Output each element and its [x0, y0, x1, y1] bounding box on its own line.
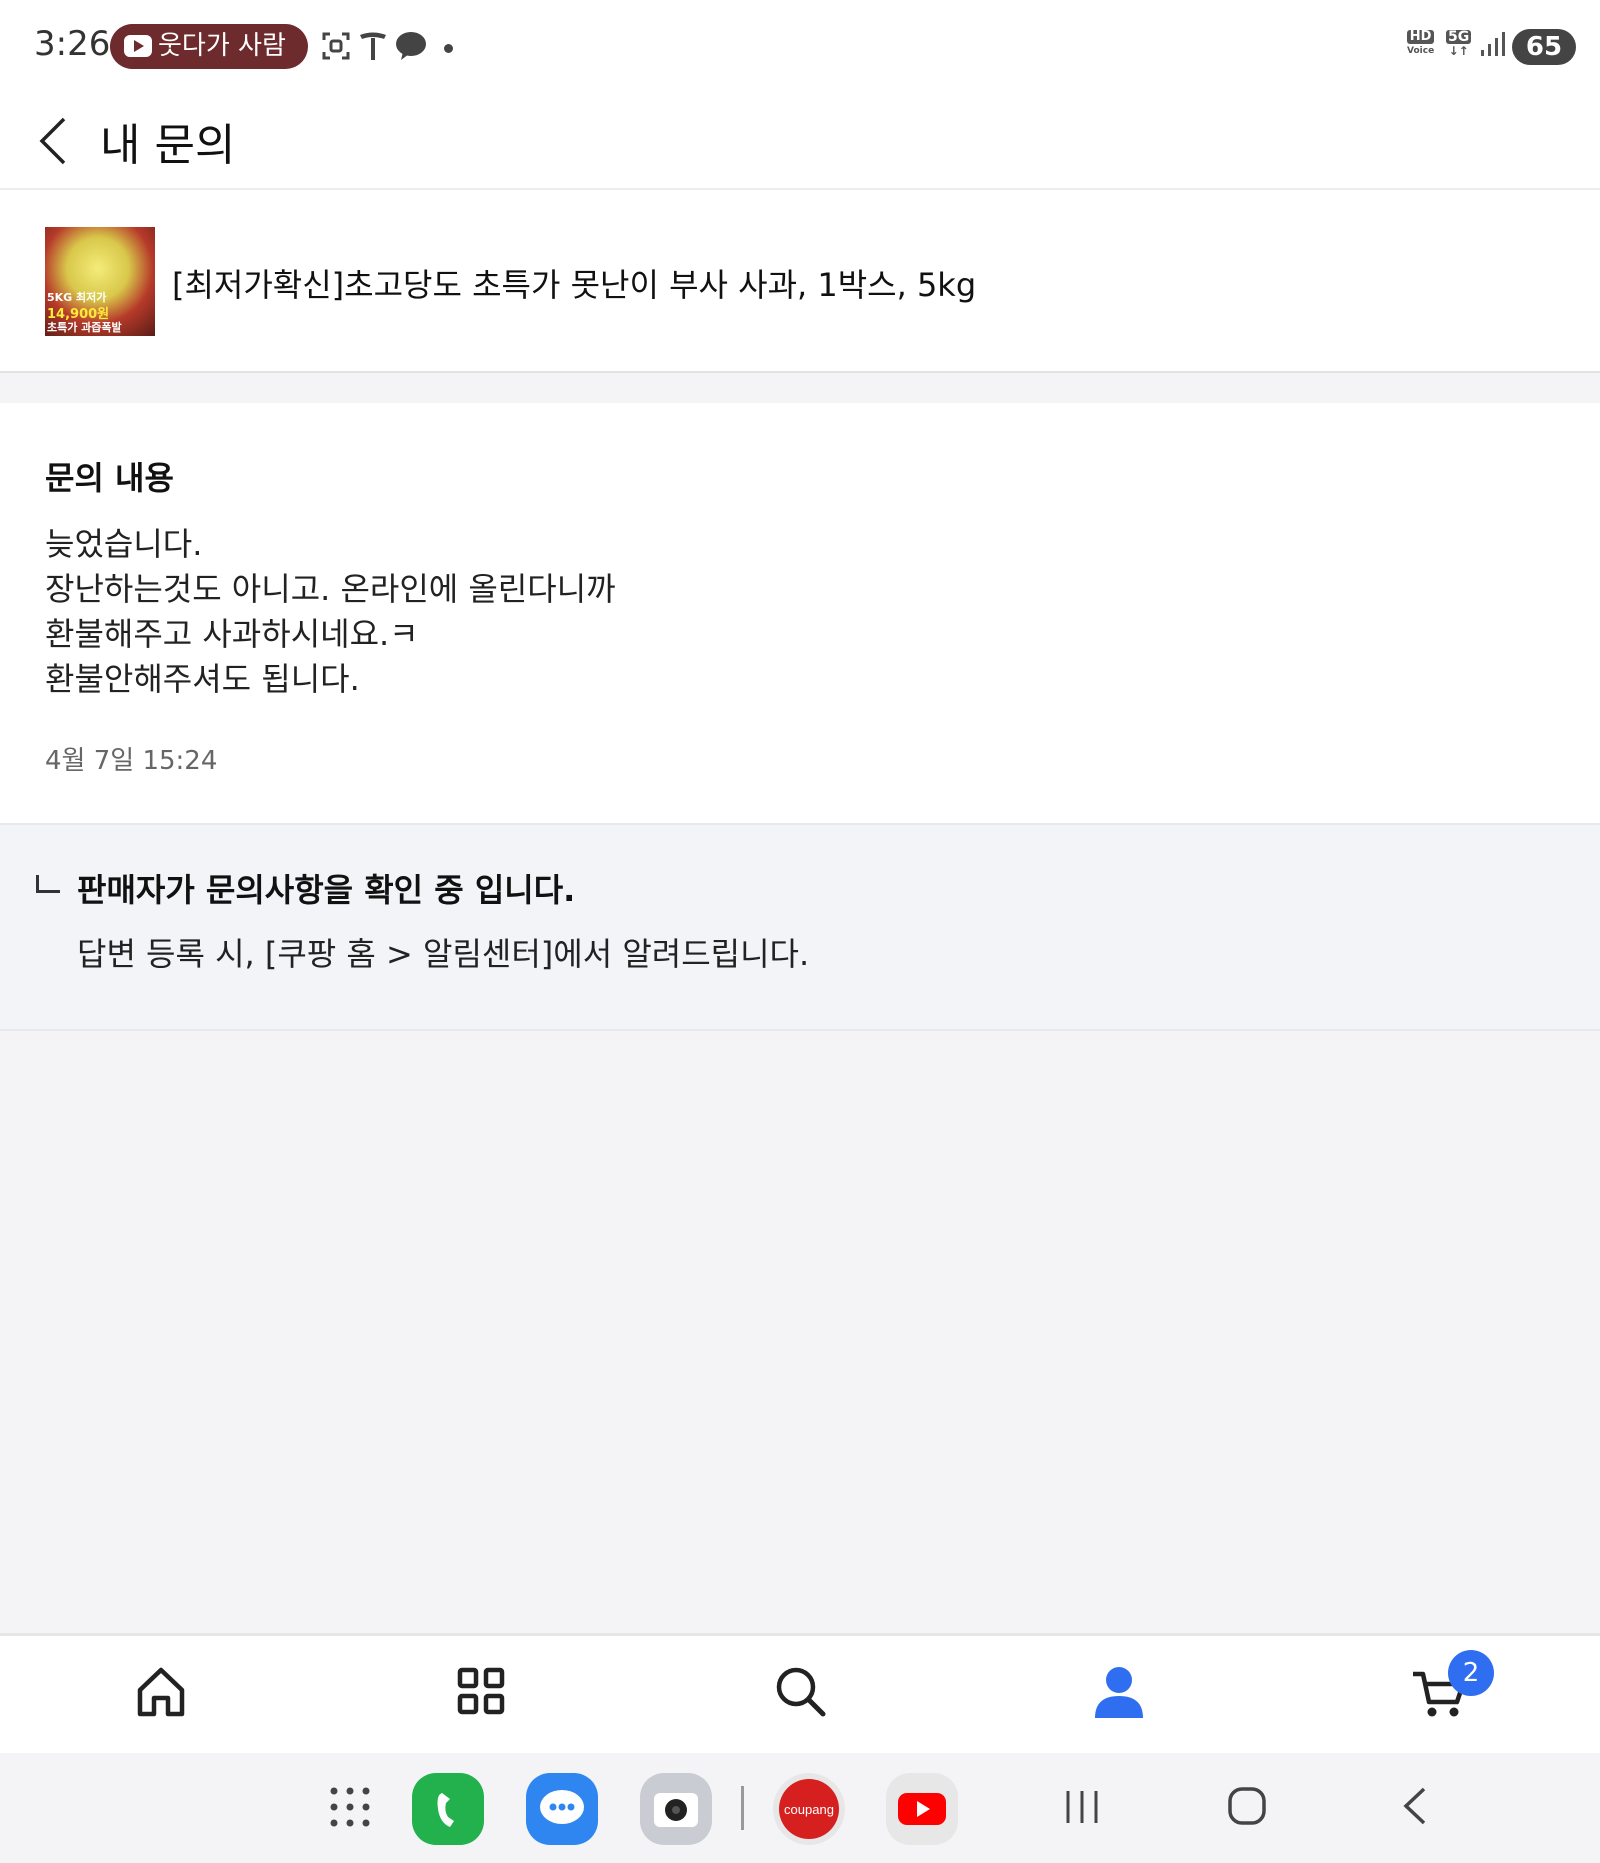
- inquiry-line: 환불안해주셔도 됩니다.: [45, 660, 360, 698]
- camera-app-icon[interactable]: [640, 1773, 712, 1845]
- categories-tab-icon[interactable]: [446, 1656, 516, 1726]
- home-tab-icon[interactable]: [126, 1656, 196, 1726]
- phone-app-icon[interactable]: [412, 1773, 484, 1845]
- search-tab-icon[interactable]: [765, 1656, 835, 1726]
- svg-text:coupang: coupang: [784, 1802, 834, 1817]
- battery-indicator: 65: [1512, 29, 1576, 65]
- product-name: [최저가확신]초고당도 초특가 못난이 부사 사과, 1박스, 5kg: [172, 266, 977, 304]
- app-header: 내 문의: [0, 95, 1600, 190]
- more-notifications-dot: [444, 44, 453, 53]
- recent-apps-icon[interactable]: [1062, 1787, 1102, 1831]
- inquiry-date: 4월 7일 15:24: [45, 746, 218, 776]
- product-thumbnail: 5KG 최저가 14,900원 초특가 과즙폭발: [45, 227, 155, 336]
- app-drawer-icon[interactable]: [326, 1783, 374, 1835]
- home-button-icon[interactable]: [1226, 1785, 1268, 1831]
- reply-corner-icon: [36, 875, 60, 893]
- bottom-tab-bar: [0, 1633, 1600, 1753]
- status-time: 3:26: [34, 24, 111, 64]
- inquiry-line: 환불해주고 사과하시네요.ㅋ: [45, 615, 419, 653]
- screenshot-icon: [320, 30, 352, 71]
- back-arrow-icon[interactable]: [36, 113, 76, 169]
- reply-status-description: 답변 등록 시, [쿠팡 홈 > 알림센터]에서 알려드립니다.: [77, 935, 810, 973]
- hd-voice-icon: HD Voice: [1407, 29, 1435, 56]
- thumb-line-3: 초특가 과즙폭발: [47, 321, 122, 334]
- nav-back-icon[interactable]: [1396, 1783, 1436, 1833]
- seller-reply-section: 판매자가 문의사항을 확인 중 입니다. 답변 등록 시, [쿠팡 홈 > 알림…: [0, 823, 1600, 1031]
- cart-count-badge: 2: [1448, 1650, 1494, 1696]
- dock-divider: [741, 1786, 744, 1830]
- tesla-icon: [358, 30, 388, 71]
- youtube-mini-icon: [124, 35, 152, 57]
- inquiry-title: 문의 내용: [45, 459, 174, 497]
- system-dock: coupang: [0, 1753, 1600, 1863]
- reply-status-title: 판매자가 문의사항을 확인 중 입니다.: [77, 871, 576, 909]
- signal-icon: [1480, 30, 1506, 67]
- youtube-app-icon[interactable]: [886, 1773, 958, 1845]
- kakaotalk-icon: [394, 30, 428, 71]
- product-row[interactable]: 5KG 최저가 14,900원 초특가 과즙폭발 [최저가확신]초고당도 초특가…: [0, 190, 1600, 373]
- media-chip-label: 웃다가 사람: [158, 31, 286, 61]
- 5g-icon: 5G ↓↑: [1446, 29, 1472, 58]
- coupang-app-icon[interactable]: coupang: [773, 1773, 845, 1845]
- status-bar: 3:26 웃다가 사람 HD Voice 5G ↓↑ 65: [0, 0, 1600, 95]
- media-chip[interactable]: 웃다가 사람: [110, 24, 308, 69]
- inquiry-line: 늦었습니다.: [45, 525, 203, 563]
- my-account-tab-icon[interactable]: [1084, 1656, 1154, 1726]
- inquiry-section: 문의 내용 늦었습니다. 장난하는것도 아니고. 온라인에 올린다니까 환불해주…: [0, 403, 1600, 823]
- messages-app-icon[interactable]: [526, 1773, 598, 1845]
- page-title: 내 문의: [100, 120, 236, 171]
- inquiry-line: 장난하는것도 아니고. 온라인에 올린다니까: [45, 570, 616, 608]
